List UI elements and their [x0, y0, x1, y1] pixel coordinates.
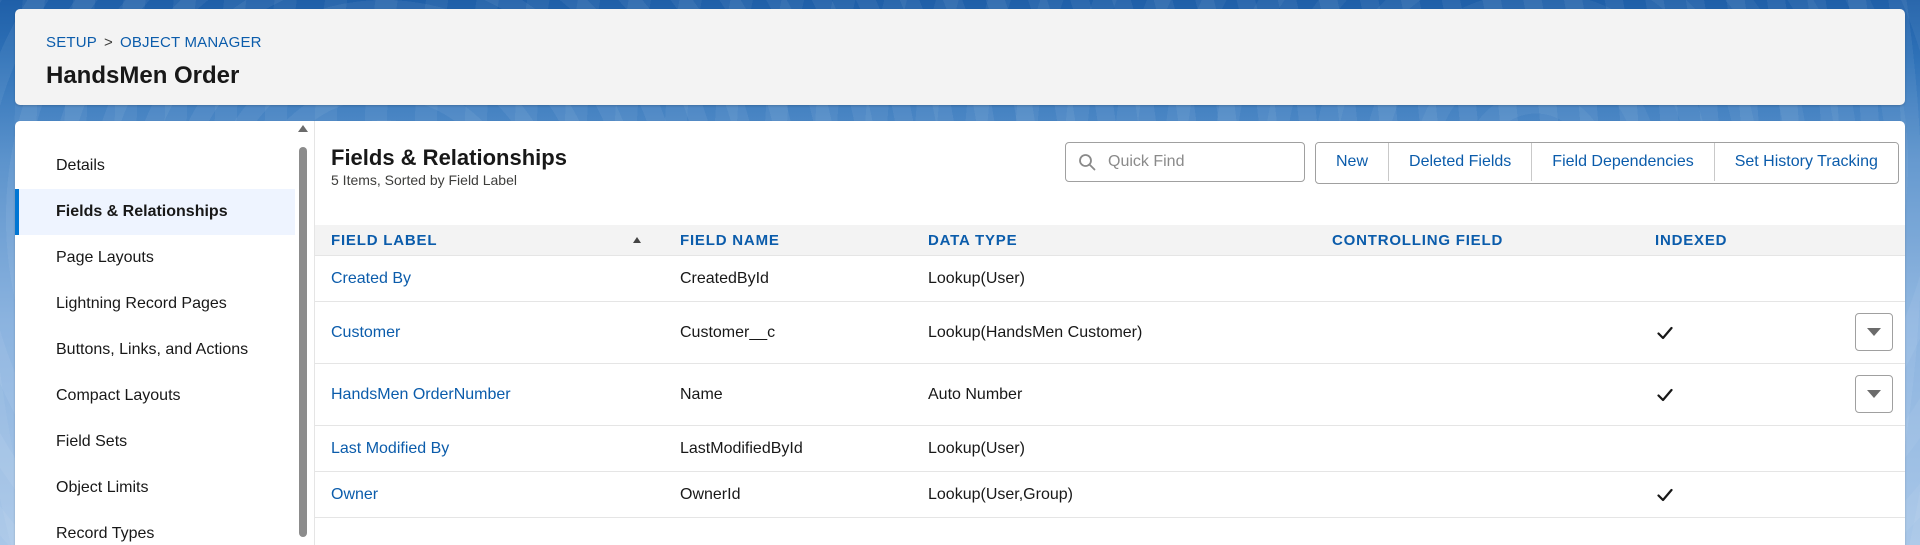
data-type-cell: Lookup(HandsMen Customer)	[928, 323, 1143, 341]
sidebar-item-details[interactable]: Details	[15, 143, 295, 189]
sidebar-scrollbar[interactable]	[297, 125, 309, 545]
check-icon	[1657, 326, 1673, 339]
field-label-link[interactable]: Customer	[331, 302, 400, 363]
field-name-cell: Name	[680, 385, 723, 403]
breadcrumb-setup[interactable]: SETUP	[46, 34, 97, 51]
check-icon	[1657, 488, 1673, 501]
page-title: HandsMen Order	[46, 62, 240, 89]
row-actions-menu-button[interactable]	[1855, 375, 1893, 413]
data-type-cell: Auto Number	[928, 385, 1023, 403]
table-row: HandsMen OrderNumber Name Auto Number	[315, 364, 1905, 426]
sidebar-item-buttons-links-actions[interactable]: Buttons, Links, and Actions	[15, 327, 295, 373]
sort-ascending-icon[interactable]	[633, 237, 641, 243]
sidebar-item-page-layouts[interactable]: Page Layouts	[15, 235, 295, 281]
set-history-tracking-button[interactable]: Set History Tracking	[1713, 143, 1898, 181]
breadcrumb: SETUP > OBJECT MANAGER	[46, 34, 262, 51]
column-header-field-name[interactable]: FIELD NAME	[680, 225, 780, 255]
field-dependencies-button[interactable]: Field Dependencies	[1531, 143, 1714, 181]
check-icon	[1657, 388, 1673, 401]
column-header-field-label[interactable]: FIELD LABEL	[331, 225, 437, 255]
field-label-link[interactable]: Last Modified By	[331, 426, 449, 471]
fields-table: FIELD LABEL FIELD NAME DATA TYPE CONTROL…	[315, 225, 1905, 518]
table-row: Created By CreatedById Lookup(User)	[315, 256, 1905, 302]
fields-relationships-content: Fields & Relationships 5 Items, Sorted b…	[315, 121, 1905, 545]
sidebar-item-lightning-record-pages[interactable]: Lightning Record Pages	[15, 281, 295, 327]
column-header-controlling-field[interactable]: CONTROLLING FIELD	[1332, 225, 1503, 255]
breadcrumb-separator: >	[104, 34, 113, 51]
sidebar-item-record-types[interactable]: Record Types	[15, 511, 295, 545]
breadcrumb-object-manager[interactable]: OBJECT MANAGER	[120, 34, 262, 51]
scrollbar-thumb[interactable]	[299, 147, 307, 537]
quick-find-input[interactable]	[1106, 152, 1300, 172]
quick-find-box[interactable]	[1065, 142, 1305, 182]
sidebar-item-fields-relationships[interactable]: Fields & Relationships	[15, 189, 295, 235]
data-type-cell: Lookup(User)	[928, 269, 1025, 287]
search-icon	[1079, 154, 1096, 171]
table-row: Owner OwnerId Lookup(User,Group)	[315, 472, 1905, 518]
column-header-indexed[interactable]: INDEXED	[1655, 225, 1727, 255]
sidebar: Details Fields & Relationships Page Layo…	[15, 121, 315, 545]
data-type-cell: Lookup(User)	[928, 439, 1025, 457]
field-name-cell: CreatedById	[680, 269, 769, 287]
sidebar-item-field-sets[interactable]: Field Sets	[15, 419, 295, 465]
action-button-group: New Deleted Fields Field Dependencies Se…	[1315, 142, 1899, 184]
field-label-link[interactable]: HandsMen OrderNumber	[331, 364, 511, 425]
data-type-cell: Lookup(User,Group)	[928, 485, 1073, 503]
field-name-cell: LastModifiedById	[680, 439, 803, 457]
indexed-cell	[1657, 364, 1673, 425]
section-title: Fields & Relationships	[331, 145, 567, 170]
chevron-down-icon	[1867, 328, 1881, 336]
indexed-cell	[1657, 472, 1673, 517]
chevron-down-icon	[1867, 390, 1881, 398]
indexed-cell	[1657, 302, 1673, 363]
table-row: Customer Customer__c Lookup(HandsMen Cus…	[315, 302, 1905, 364]
sidebar-item-object-limits[interactable]: Object Limits	[15, 465, 295, 511]
table-row: Last Modified By LastModifiedById Lookup…	[315, 426, 1905, 472]
field-label-link[interactable]: Created By	[331, 256, 411, 301]
column-header-data-type[interactable]: DATA TYPE	[928, 225, 1017, 255]
sidebar-nav: Details Fields & Relationships Page Layo…	[15, 143, 295, 545]
table-header: FIELD LABEL FIELD NAME DATA TYPE CONTROL…	[315, 225, 1905, 256]
section-subtitle: 5 Items, Sorted by Field Label	[331, 172, 517, 188]
row-actions-menu-button[interactable]	[1855, 313, 1893, 351]
page-header: SETUP > OBJECT MANAGER HandsMen Order	[15, 9, 1905, 105]
scroll-up-arrow-icon[interactable]	[298, 125, 308, 132]
field-name-cell: OwnerId	[680, 485, 741, 503]
sidebar-item-compact-layouts[interactable]: Compact Layouts	[15, 373, 295, 419]
field-label-link[interactable]: Owner	[331, 472, 378, 517]
field-name-cell: Customer__c	[680, 323, 776, 341]
object-manager-panel: Details Fields & Relationships Page Layo…	[15, 121, 1905, 545]
new-button[interactable]: New	[1316, 143, 1389, 181]
deleted-fields-button[interactable]: Deleted Fields	[1388, 143, 1532, 181]
